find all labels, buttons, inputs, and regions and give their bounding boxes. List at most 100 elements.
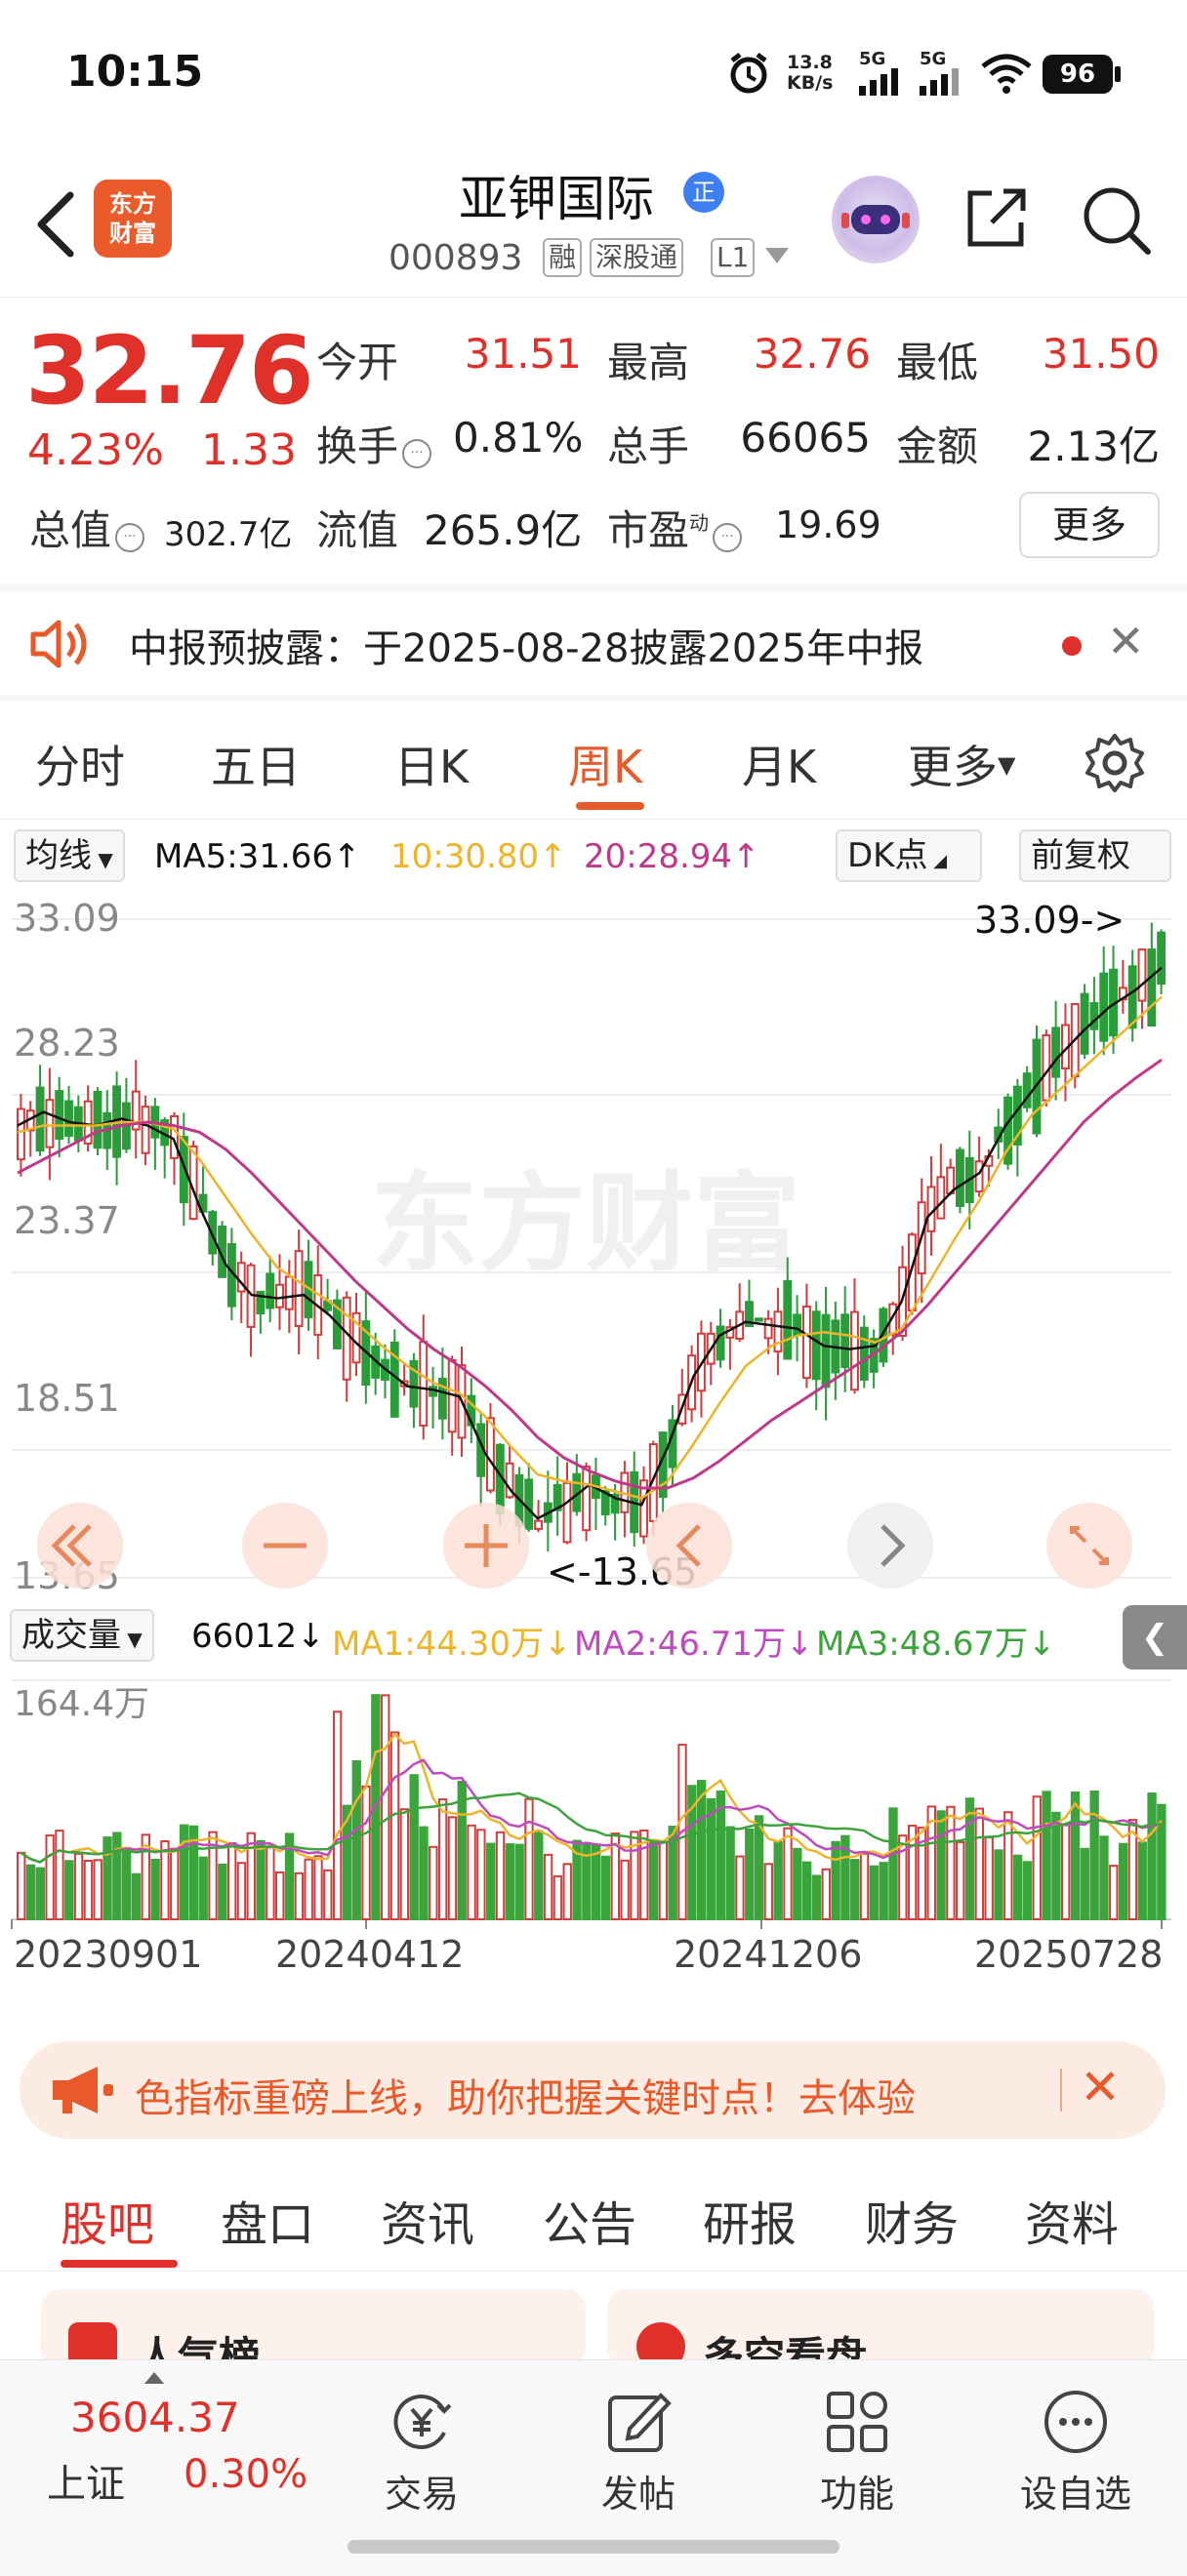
close-icon[interactable]: ✕ bbox=[1107, 615, 1145, 667]
battery-tip bbox=[1115, 66, 1121, 82]
signal-icon-1 bbox=[859, 68, 898, 96]
volume-bar bbox=[419, 1826, 429, 1920]
nav-trade[interactable]: 交易 bbox=[344, 2386, 500, 2517]
volume-max-label: 164.4万 bbox=[14, 1684, 149, 1724]
volume-bar bbox=[313, 1855, 323, 1920]
volume-legend-row: 成交量 ▼ 66012↓ MA1:44.30万↓ MA2:46.71万↓ MA3… bbox=[0, 1605, 1187, 1670]
volume-bar bbox=[696, 1780, 707, 1920]
kline-chart[interactable]: 东方财富 33.09 28.23 23.37 18.51 13.65 33.09… bbox=[0, 890, 1187, 1602]
tab-forum[interactable]: 股吧 bbox=[61, 2186, 154, 2254]
tab-daily-k[interactable]: 日K bbox=[394, 732, 469, 796]
ma20-value: 20:28.94↑ bbox=[584, 837, 760, 876]
volume-bar bbox=[505, 1843, 515, 1920]
back-button[interactable] bbox=[27, 185, 86, 263]
volume-bar bbox=[745, 1828, 755, 1921]
chevron-down-icon[interactable] bbox=[765, 248, 789, 263]
volume-bar bbox=[170, 1847, 180, 1921]
volume-bar bbox=[1109, 1865, 1119, 1921]
ai-assistant-avatar[interactable] bbox=[832, 176, 920, 263]
tab-weekly-k[interactable]: 周K bbox=[568, 732, 642, 796]
volume-bar bbox=[514, 1843, 524, 1920]
volume-bar bbox=[1012, 1854, 1023, 1920]
volume-bar bbox=[1042, 1791, 1051, 1921]
close-icon[interactable]: ✕ bbox=[1080, 2059, 1121, 2115]
scroll-left-fast-button[interactable] bbox=[37, 1503, 123, 1589]
long-short-card[interactable]: 多空看盘 bbox=[607, 2289, 1154, 2381]
tab-orderbook[interactable]: 盘口 bbox=[221, 2186, 314, 2254]
info-icon[interactable]: ··· bbox=[115, 523, 145, 552]
tag-margin: 融 bbox=[543, 238, 583, 277]
tab-announcements[interactable]: 公告 bbox=[543, 2186, 636, 2254]
share-icon[interactable] bbox=[962, 183, 1031, 252]
x-tick-label: 20250728 bbox=[974, 1933, 1163, 1976]
volume-bar bbox=[150, 1858, 160, 1920]
notice-bar[interactable]: 中报预披露：于2025-08-28披露2025年中报 ✕ bbox=[0, 591, 1187, 695]
volume-bar bbox=[831, 1840, 840, 1920]
volume-bar bbox=[888, 1807, 898, 1920]
index-value[interactable]: 3604.37 bbox=[70, 2394, 240, 2441]
tab-intraday[interactable]: 分时 bbox=[35, 732, 125, 796]
promo-banner[interactable]: 色指标重磅上线，助你把握关键时点！去体验 ✕ bbox=[20, 2041, 1166, 2139]
fullscreen-button[interactable] bbox=[1046, 1503, 1132, 1589]
nav-functions-label: 功能 bbox=[819, 2473, 894, 2516]
candle bbox=[1157, 931, 1167, 986]
y-tick-label: 23.37 bbox=[14, 1199, 120, 1242]
volume-bar bbox=[1061, 1823, 1071, 1920]
volume-bar bbox=[974, 1807, 985, 1920]
volume-bar bbox=[592, 1843, 601, 1920]
dk-point-button[interactable]: DK点 ◢ bbox=[836, 829, 982, 882]
nav-add-watchlist[interactable]: 设自选 bbox=[998, 2386, 1154, 2517]
scroll-left-button[interactable] bbox=[646, 1503, 732, 1589]
signal-icon-2 bbox=[920, 68, 959, 96]
y-tick-label: 33.09 bbox=[14, 897, 120, 940]
tab-news[interactable]: 资讯 bbox=[381, 2186, 474, 2254]
collapse-panel-button[interactable]: ❮ bbox=[1123, 1605, 1187, 1670]
tab-more[interactable]: 更多▼ bbox=[908, 732, 1015, 796]
more-quote-button[interactable]: 更多 bbox=[1019, 492, 1160, 558]
tab-research[interactable]: 研报 bbox=[703, 2186, 797, 2254]
caret-down-icon: ▼ bbox=[92, 848, 113, 871]
tab-five-day[interactable]: 五日 bbox=[211, 732, 301, 796]
volume-bar bbox=[859, 1852, 870, 1920]
tag-connect: 深股通 bbox=[590, 238, 684, 277]
volume-bar bbox=[467, 1824, 476, 1920]
volume-bar bbox=[486, 1842, 496, 1921]
scroll-right-button[interactable] bbox=[847, 1503, 933, 1589]
candle bbox=[275, 1283, 284, 1308]
zoom-in-button[interactable] bbox=[443, 1503, 529, 1589]
volume-bar bbox=[83, 1860, 94, 1920]
index-name: 上证 bbox=[47, 2462, 125, 2507]
candle bbox=[859, 1326, 869, 1381]
tab-finance[interactable]: 财务 bbox=[865, 2186, 959, 2254]
nav-post[interactable]: 发帖 bbox=[560, 2386, 716, 2517]
tab-profile[interactable]: 资料 bbox=[1025, 2186, 1119, 2254]
amount-label: 金额 bbox=[896, 423, 979, 470]
candle bbox=[55, 1090, 64, 1140]
popularity-card[interactable]: 人气榜 bbox=[41, 2289, 586, 2381]
low-value: 31.50 bbox=[1042, 330, 1160, 378]
candle bbox=[93, 1090, 102, 1149]
caret-down-icon: ▼ bbox=[998, 751, 1016, 779]
nav-functions[interactable]: 功能 bbox=[779, 2386, 935, 2517]
index-change: 0.30% bbox=[184, 2452, 308, 2497]
volume-chart[interactable]: 164.4万 20230901 20240412 20241206 202507… bbox=[0, 1670, 1187, 2022]
search-icon[interactable] bbox=[1080, 183, 1152, 256]
pe-label-text: 市盈 bbox=[607, 506, 690, 554]
tab-monthly-k[interactable]: 月K bbox=[742, 732, 816, 796]
y-tick-label: 18.51 bbox=[14, 1377, 120, 1420]
volume-selector[interactable]: 成交量 ▼ bbox=[10, 1609, 154, 1662]
candle bbox=[763, 1317, 773, 1340]
info-icon[interactable]: ··· bbox=[402, 439, 432, 468]
volume-bar bbox=[236, 1862, 247, 1921]
info-icon[interactable]: ··· bbox=[713, 523, 743, 552]
gear-icon[interactable] bbox=[1084, 732, 1146, 794]
nav-trade-label: 交易 bbox=[384, 2473, 459, 2516]
banner-divider bbox=[1060, 2069, 1062, 2112]
ma-selector[interactable]: 均线 ▼ bbox=[14, 829, 125, 882]
candle bbox=[562, 1481, 572, 1544]
candle bbox=[266, 1272, 275, 1309]
candle bbox=[294, 1250, 304, 1328]
zoom-out-button[interactable] bbox=[242, 1503, 328, 1589]
adjust-button[interactable]: 前复权 bbox=[1019, 829, 1171, 882]
robot-icon bbox=[841, 205, 910, 234]
